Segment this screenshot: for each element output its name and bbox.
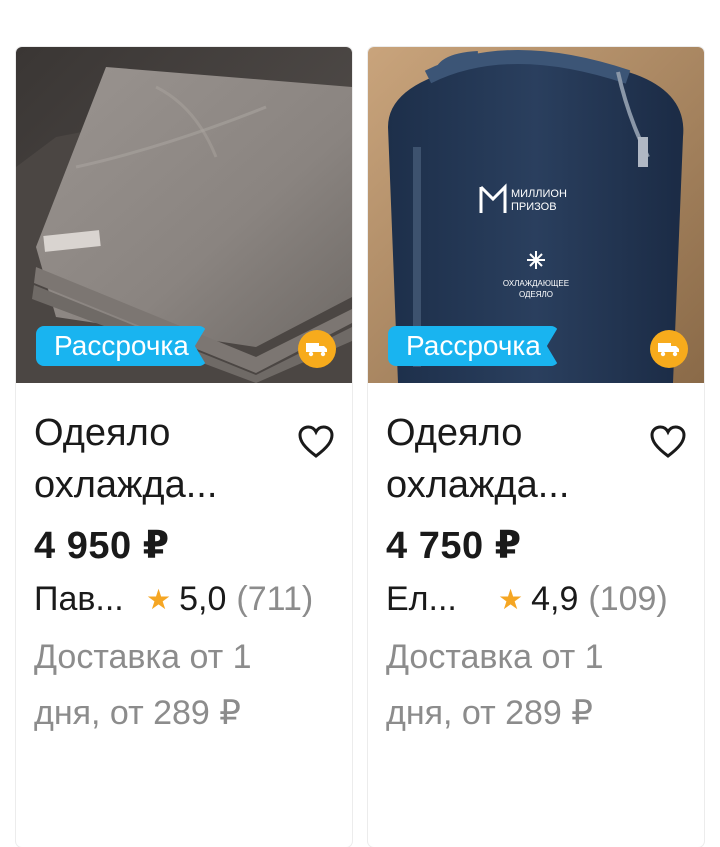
delivery-info: Доставка от 1 дня, от 289 ₽ — [34, 629, 334, 741]
installment-badge: Рассрочка — [388, 326, 559, 366]
installment-badge: Рассрочка — [36, 326, 207, 366]
title-line: Одеяло — [386, 412, 523, 454]
bag-print-line: ОХЛАЖДАЮЩЕЕ — [503, 279, 569, 288]
favorite-heart-icon[interactable] — [650, 425, 686, 459]
product-image[interactable]: МИЛЛИОН ПРИЗОВ ОХЛАЖДАЮЩЕЕ ОДЕЯЛО Рассро… — [368, 47, 704, 383]
delivery-line: Доставка от 1 — [34, 638, 252, 676]
reviews-count[interactable]: (711) — [236, 580, 313, 619]
delivery-info: Доставка от 1 дня, от 289 ₽ — [386, 629, 686, 741]
delivery-line: дня, от 289 ₽ — [386, 694, 593, 732]
bag-print-line: ПРИЗОВ — [511, 201, 557, 213]
rating-row: Ел... ★ 4,9 (109) — [386, 580, 686, 619]
bag-print-line: МИЛЛИОН — [511, 188, 567, 200]
star-icon: ★ — [146, 584, 172, 615]
star-icon: ★ — [498, 584, 524, 615]
reviews-count[interactable]: (109) — [588, 580, 667, 619]
bag-print-line: ОДЕЯЛО — [519, 290, 553, 299]
product-grid: Рассрочка Одеяло охлажда... 4 950 ₽ Пав.… — [0, 0, 720, 847]
delivery-line: дня, от 289 ₽ — [34, 694, 241, 732]
seller-name[interactable]: Пав... — [34, 580, 146, 619]
product-price: 4 950 ₽ — [34, 525, 170, 567]
product-price: 4 750 ₽ — [386, 525, 522, 567]
rating-value: 5,0 — [179, 580, 227, 618]
product-card[interactable]: МИЛЛИОН ПРИЗОВ ОХЛАЖДАЮЩЕЕ ОДЕЯЛО Рассро… — [368, 47, 704, 847]
favorite-heart-icon[interactable] — [298, 425, 334, 459]
title-line: охлажда... — [34, 464, 218, 506]
rating-value: 4,9 — [531, 580, 579, 618]
title-line: охлажда... — [386, 464, 570, 506]
product-card[interactable]: Рассрочка Одеяло охлажда... 4 950 ₽ Пав.… — [16, 47, 352, 847]
truck-icon — [650, 330, 688, 368]
product-title[interactable]: Одеяло охлажда... — [386, 407, 626, 511]
title-line: Одеяло — [34, 412, 171, 454]
product-image[interactable]: Рассрочка — [16, 47, 352, 383]
product-title[interactable]: Одеяло охлажда... — [34, 407, 274, 511]
seller-name[interactable]: Ел... — [386, 580, 498, 619]
truck-icon — [298, 330, 336, 368]
rating-row: Пав... ★ 5,0 (711) — [34, 580, 334, 619]
delivery-line: Доставка от 1 — [386, 638, 604, 676]
